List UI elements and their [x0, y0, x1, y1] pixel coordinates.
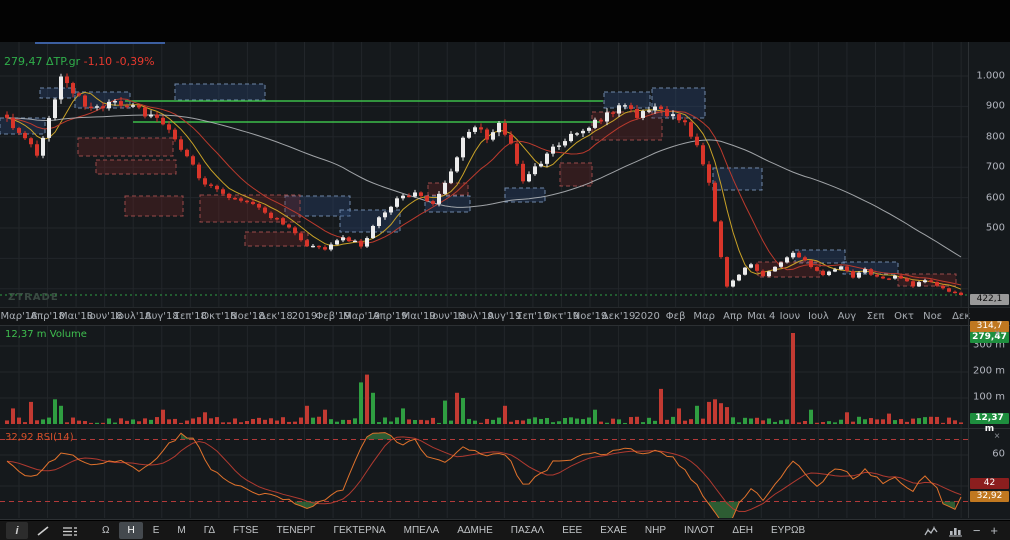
tab-ΕΥΡΩΒ[interactable]: ΕΥΡΩΒ: [763, 522, 813, 539]
tab-ΓΕΚΤΕΡΝΑ[interactable]: ΓΕΚΤΕΡΝΑ: [325, 522, 393, 539]
time-axis-label: Οκτ: [894, 311, 914, 322]
volume-tick-label: 200 m: [971, 366, 1005, 377]
info-button[interactable]: i: [6, 522, 28, 539]
price-tick-label: 700: [971, 162, 1005, 173]
time-axis[interactable]: Μαρ'18Απρ'18Μαι'18Ιουν'18Ιουλ'18Αυγ'18Σε…: [0, 307, 1010, 326]
line-chart-icon: [924, 525, 939, 537]
tab-Η[interactable]: Η: [119, 522, 142, 539]
volume-legend: 12,37 m Volume: [5, 329, 87, 340]
tab-ΝΗΡ[interactable]: ΝΗΡ: [637, 522, 674, 539]
tab-ΜΠΕΛΑ[interactable]: ΜΠΕΛΑ: [396, 522, 448, 539]
time-axis-label: Απρ: [723, 311, 742, 322]
price-pane[interactable]: 279,47 ΔTP.gr -1,10 -0,39% ZTRADE: [0, 42, 1010, 307]
volume-value: 12,37 m: [5, 329, 47, 340]
tab-ΔΕΗ[interactable]: ΔΕΗ: [724, 522, 761, 539]
draw-line-button[interactable]: [32, 522, 54, 539]
rsi-pane[interactable]: 32,92 RSI(14) ×: [0, 428, 1010, 520]
trendline-icon: [36, 525, 50, 537]
legend-change: -1,10: [84, 55, 112, 68]
trading-terminal: 279,47 ΔTP.gr -1,10 -0,39% ZTRADE Μαρ'18…: [0, 0, 1010, 540]
time-axis-label: Δεκ'18: [259, 311, 293, 322]
rsi-value-badge: 32,92: [970, 491, 1009, 502]
legend-change-pct: -0,39%: [116, 55, 155, 68]
price-tick-label: 600: [971, 192, 1005, 203]
zoom-out-button[interactable]: −: [973, 523, 981, 538]
volume-tick-label: 100 m: [971, 392, 1005, 403]
rsi-tick-label: 60: [971, 449, 1005, 460]
time-axis-label: Ιουν: [780, 311, 800, 322]
tab-Ω[interactable]: Ω: [94, 522, 117, 539]
price-tick-label: 900: [971, 101, 1005, 112]
last-price-badge: 279,47: [970, 332, 1009, 343]
line-chart-type-button[interactable]: [924, 525, 939, 537]
time-axis-label: 2019: [292, 311, 317, 322]
list-icon: [62, 525, 78, 537]
tab-ΠΑΣΑΛ[interactable]: ΠΑΣΑΛ: [503, 522, 552, 539]
bar-chart-icon: [949, 525, 963, 537]
legend-last-price: 279,47: [4, 55, 43, 68]
price-tick-label: 1.000: [971, 71, 1005, 82]
bottom-toolbar: i ΩΗΕΜΓΔFTSEΤΕΝΕΡΓΓΕΚΤΕΡΝΑΜΠΕΛΑΑΔΜΗΕΠΑΣΑ…: [0, 521, 1010, 540]
volume-chart[interactable]: [0, 326, 968, 428]
time-axis-label: Μαρ: [693, 311, 715, 322]
toolbar-right-group: − +: [924, 523, 1004, 538]
price-chart[interactable]: [0, 42, 968, 307]
tab-ΕΧΑΕ[interactable]: ΕΧΑΕ: [592, 522, 635, 539]
tab-Μ[interactable]: Μ: [169, 522, 193, 539]
fast-ma-price-badge: 314,7: [970, 321, 1009, 332]
time-axis-label: Μαι 4: [747, 311, 775, 322]
zoom-in-button[interactable]: +: [990, 523, 998, 538]
price-tick-label: 500: [971, 223, 1005, 234]
close-rsi-pane-button[interactable]: ×: [994, 432, 1000, 442]
time-axis-label: 2020: [634, 311, 659, 322]
time-axis-label: Αυγ: [838, 311, 857, 322]
watchlist-button[interactable]: [58, 522, 82, 539]
tab-ΕΕΕ[interactable]: ΕΕΕ: [554, 522, 590, 539]
price-axis-column[interactable]: 422,1 314,7 309,4 279,47 12,37 m 42 32,9…: [968, 42, 1010, 518]
time-axis-label: Φεβ: [666, 311, 686, 322]
time-axis-label: Δεκ'19: [602, 311, 636, 322]
tab-Ε[interactable]: Ε: [145, 522, 168, 539]
bar-chart-type-button[interactable]: [949, 525, 963, 537]
volume-pane[interactable]: 12,37 m Volume ×: [0, 325, 1010, 429]
price-tick-label: 800: [971, 131, 1005, 142]
tab-ΤΕΝΕΡΓ[interactable]: ΤΕΝΕΡΓ: [269, 522, 324, 539]
rsi-value: 32,92: [5, 432, 34, 443]
tab-ΙΝΛΟΤ[interactable]: ΙΝΛΟΤ: [676, 522, 722, 539]
tab-FTSE[interactable]: FTSE: [225, 522, 267, 539]
tab-ΓΔ[interactable]: ΓΔ: [196, 522, 223, 539]
watermark: ZTRADE: [8, 292, 59, 303]
volume-title: Volume: [50, 329, 87, 340]
top-black-band: [0, 0, 1010, 43]
slow-ma-price-badge: 422,1: [970, 294, 1009, 305]
time-axis-label: Ιουλ: [808, 311, 829, 322]
volume-badge: 12,37 m: [970, 413, 1009, 424]
symbol-tabs: ΩΗΕΜΓΔFTSEΤΕΝΕΡΓΓΕΚΤΕΡΝΑΜΠΕΛΑΑΔΜΗΕΠΑΣΑΛΕ…: [94, 522, 813, 539]
rsi-title: RSI(14): [37, 432, 74, 443]
time-axis-label: Νοε: [923, 311, 942, 322]
rsi-chart[interactable]: [0, 429, 968, 518]
symbol-legend: 279,47 ΔTP.gr -1,10 -0,39%: [4, 55, 155, 68]
rsi-ma-badge: 42: [970, 478, 1009, 489]
time-axis-label: Σεπ: [867, 311, 885, 322]
close-volume-pane-button[interactable]: ×: [994, 329, 1000, 339]
rsi-legend: 32,92 RSI(14): [5, 432, 74, 443]
legend-symbol[interactable]: ΔTP.gr: [46, 55, 80, 68]
tab-ΑΔΜΗΕ[interactable]: ΑΔΜΗΕ: [449, 522, 501, 539]
